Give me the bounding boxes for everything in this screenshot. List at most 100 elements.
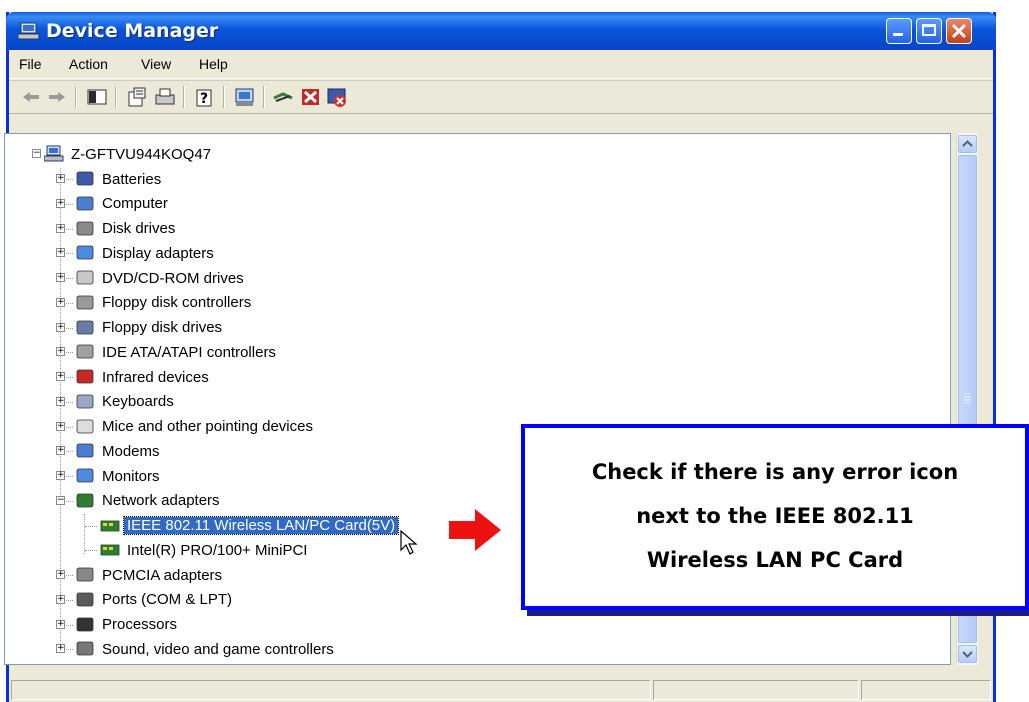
close-button[interactable] bbox=[946, 18, 972, 44]
window-title: Device Manager bbox=[46, 20, 219, 42]
tree-category[interactable]: Keyboards bbox=[75, 391, 177, 413]
tree-category[interactable]: Modems bbox=[75, 440, 163, 462]
print-icon[interactable] bbox=[153, 86, 177, 108]
category-label: Batteries bbox=[102, 170, 162, 188]
tree-category[interactable]: Computer bbox=[75, 193, 171, 215]
expand-toggle[interactable]: + bbox=[56, 174, 65, 183]
show-hide-tree-icon[interactable] bbox=[85, 86, 109, 108]
tree-device-selected[interactable]: IEEE 802.11 Wireless LAN/PC Card(5V) bbox=[100, 515, 400, 537]
disable-device-icon[interactable] bbox=[299, 86, 323, 108]
network-adapter-icon bbox=[76, 493, 94, 508]
category-label: Network adapters bbox=[102, 492, 220, 510]
tree-category[interactable]: Disk drives bbox=[75, 218, 178, 240]
sound-icon bbox=[76, 641, 94, 656]
expand-toggle[interactable]: + bbox=[56, 273, 65, 282]
tree-category[interactable]: Floppy disk controllers bbox=[75, 292, 254, 314]
disk-drive-icon bbox=[76, 221, 94, 235]
forward-icon[interactable] bbox=[45, 86, 69, 108]
expand-toggle[interactable]: + bbox=[56, 347, 65, 357]
category-label: Disk drives bbox=[102, 220, 176, 237]
help-icon[interactable]: ? bbox=[193, 86, 217, 108]
callout-line-2: next to the IEEE 802.11 bbox=[636, 504, 914, 528]
expand-toggle[interactable]: + bbox=[56, 372, 65, 381]
menu-file[interactable]: File bbox=[19, 56, 42, 72]
category-label: Display adapters bbox=[102, 244, 214, 262]
maximize-button[interactable] bbox=[916, 18, 942, 44]
expand-toggle[interactable]: + bbox=[56, 421, 65, 431]
title-bar[interactable]: Device Manager bbox=[6, 12, 996, 50]
scan-hardware-icon[interactable] bbox=[233, 86, 257, 108]
tree-category[interactable]: Batteries bbox=[75, 168, 164, 190]
menu-action[interactable]: Action bbox=[69, 56, 108, 72]
category-label: Processors bbox=[102, 616, 178, 633]
tree-category[interactable]: Processors bbox=[75, 614, 180, 636]
menu-bar: File Action View Help bbox=[9, 50, 993, 79]
tree-category[interactable]: DVD/CD-ROM drives bbox=[75, 267, 247, 289]
tree-device[interactable]: Intel(R) PRO/100+ MiniPCI bbox=[100, 539, 310, 561]
category-label: PCMCIA adapters bbox=[102, 566, 223, 584]
expand-toggle[interactable]: − bbox=[56, 495, 65, 505]
category-label: Modems bbox=[102, 442, 160, 460]
expand-toggle[interactable]: + bbox=[56, 322, 65, 332]
scroll-up-button[interactable] bbox=[958, 135, 977, 153]
expand-toggle[interactable]: + bbox=[56, 446, 65, 456]
red-arrow-annotation bbox=[449, 509, 501, 551]
modem-icon bbox=[76, 443, 94, 458]
tree-category[interactable]: Network adapters bbox=[75, 490, 223, 512]
update-driver-icon[interactable] bbox=[271, 86, 295, 108]
expand-toggle[interactable]: + bbox=[56, 297, 65, 307]
chevron-up-icon bbox=[962, 140, 973, 147]
tree-connector bbox=[84, 514, 85, 554]
tree-category[interactable]: Monitors bbox=[75, 465, 163, 487]
port-icon bbox=[76, 592, 94, 607]
chevron-down-icon bbox=[962, 651, 973, 658]
tree-category[interactable]: Mice and other pointing devices bbox=[75, 416, 316, 438]
status-pane bbox=[11, 680, 651, 700]
tree-category[interactable]: Display adapters bbox=[75, 242, 217, 264]
tree-root[interactable]: Z-GFTVU944KOQ47 bbox=[44, 143, 214, 165]
tree-category[interactable]: Ports (COM & LPT) bbox=[75, 589, 235, 611]
computer-icon bbox=[76, 196, 94, 211]
expand-toggle[interactable]: + bbox=[56, 248, 65, 258]
toolbar: ? bbox=[9, 80, 993, 114]
tree-category[interactable]: PCMCIA adapters bbox=[75, 564, 225, 586]
uninstall-device-icon[interactable] bbox=[325, 86, 349, 108]
maximize-icon bbox=[922, 24, 936, 36]
tree-category[interactable]: Infrared devices bbox=[75, 366, 212, 388]
tree-category[interactable]: Sound, video and game controllers bbox=[75, 638, 337, 660]
root-collapse-toggle[interactable]: − bbox=[32, 149, 41, 158]
toolbar-separator bbox=[75, 86, 77, 108]
expand-toggle[interactable]: + bbox=[56, 198, 65, 208]
tree-connector bbox=[60, 168, 61, 653]
mouse-icon bbox=[76, 419, 94, 433]
computer-icon bbox=[44, 145, 64, 162]
computer-icon bbox=[18, 22, 40, 40]
menu-help[interactable]: Help bbox=[199, 56, 228, 72]
minimize-button[interactable] bbox=[886, 18, 912, 44]
category-label: Floppy disk controllers bbox=[102, 294, 252, 312]
tree-connector bbox=[85, 550, 97, 552]
tree-category[interactable]: IDE ATA/ATAPI controllers bbox=[75, 341, 279, 363]
mouse-cursor-icon bbox=[400, 530, 418, 555]
status-bar bbox=[9, 678, 993, 702]
close-icon bbox=[951, 23, 967, 39]
processor-icon bbox=[76, 617, 94, 631]
category-label: Sound, video and game controllers bbox=[102, 640, 334, 658]
menu-view[interactable]: View bbox=[141, 56, 171, 72]
expand-toggle[interactable]: + bbox=[56, 644, 65, 654]
expand-toggle[interactable]: + bbox=[56, 619, 65, 629]
expand-toggle[interactable]: + bbox=[56, 570, 65, 579]
infrared-icon bbox=[76, 369, 94, 384]
tree-category[interactable]: Floppy disk drives bbox=[75, 317, 225, 339]
tree-connector bbox=[85, 525, 97, 527]
back-icon[interactable] bbox=[19, 86, 43, 108]
device-label: IEEE 802.11 Wireless LAN/PC Card(5V) bbox=[122, 516, 400, 535]
category-label: Computer bbox=[102, 195, 168, 213]
properties-icon[interactable] bbox=[125, 86, 149, 108]
scroll-down-button[interactable] bbox=[958, 645, 977, 663]
expand-toggle[interactable]: + bbox=[56, 594, 65, 604]
expand-toggle[interactable]: + bbox=[56, 223, 65, 233]
expand-toggle[interactable]: + bbox=[56, 471, 65, 480]
expand-toggle[interactable]: + bbox=[56, 396, 65, 406]
floppy-drive-icon bbox=[76, 320, 94, 334]
